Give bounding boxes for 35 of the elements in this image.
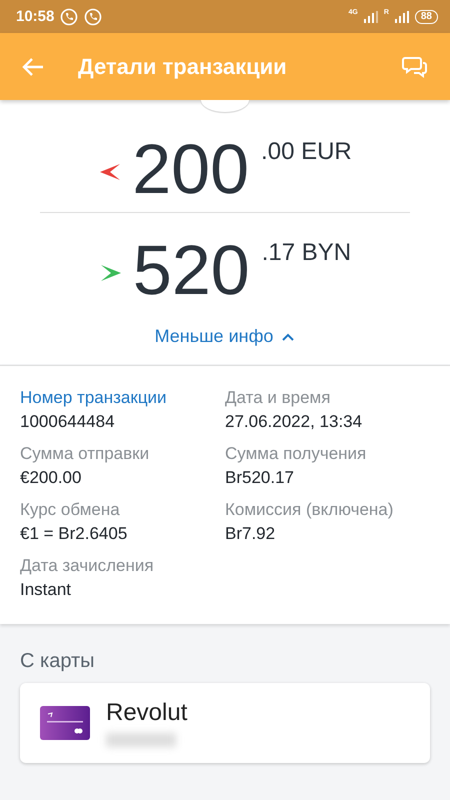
detail-value: 27.06.2022, 13:34 [225,412,364,432]
detail-label: Номер транзакции [20,388,168,408]
chat-button[interactable] [402,54,428,78]
signal-icon [364,10,378,22]
detail-value: €200.00 [20,468,82,488]
screen-title: Детали транзакции [78,54,288,80]
bank-card-icon [40,706,90,740]
less-info-toggle[interactable]: Меньше инфо [148,325,302,348]
detail-label: Сумма отправки [20,444,150,464]
detail-label: Дата зачисления [20,556,155,576]
detail-value: Br520.17 [225,468,295,488]
card-item[interactable]: Revolut [20,683,430,763]
chevron-up-icon [281,332,296,342]
amount-fraction: .17 BYN [262,239,352,267]
signal-icon [394,10,409,22]
detail-value: 1000644484 [20,412,116,432]
blurred-mark [106,733,176,747]
card-name: Revolut [106,699,188,727]
phone-icon [60,8,78,26]
phone-icon [84,8,102,26]
detail-label: Комиссия (включена) [225,500,394,520]
amount-whole: 200 [132,132,250,206]
battery-level: 88 [414,10,438,24]
amount-whole: 520 [132,233,250,307]
detail-label: Курс обмена [20,500,121,520]
section-heading: С карты [20,650,96,673]
pull-handle[interactable] [201,100,249,112]
detail-value: €1 = Br2.6405 [20,524,128,544]
back-button[interactable] [22,56,44,76]
detail-value: Br7.92 [225,524,276,544]
amount-fraction: .00 EUR [261,138,352,166]
detail-label: Дата и время [225,388,332,408]
detail-value: Instant [20,580,72,600]
detail-label: Сумма получения [225,444,368,464]
status-time: 10:58 [16,8,54,25]
